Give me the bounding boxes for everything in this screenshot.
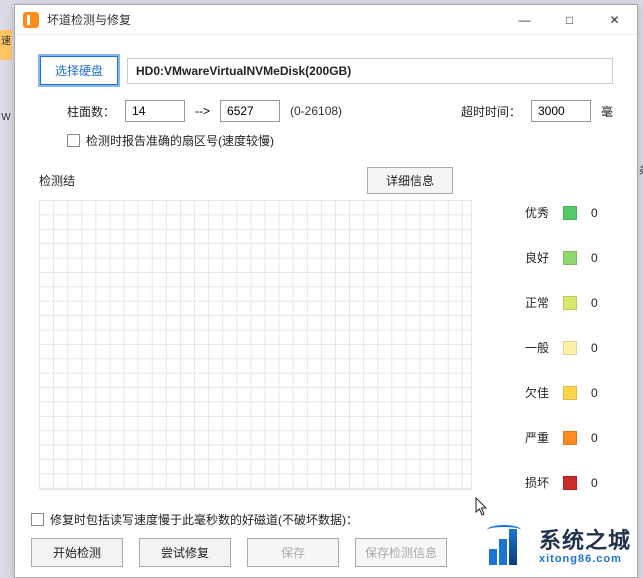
select-disk-button[interactable]: 选择硬盘 <box>39 55 119 86</box>
legend-count: 0 <box>591 206 607 220</box>
content-area: 选择硬盘 HD0:VMwareVirtualNVMeDisk(200GB) 柱面… <box>15 35 637 529</box>
cylinder-row: 柱面数： --> (0-26108) 超时时间： 毫 <box>39 100 613 122</box>
try-repair-button[interactable]: 尝试修复 <box>139 538 231 567</box>
legend-label: 一般 <box>501 339 549 356</box>
legend-row-normal: 正常 0 <box>492 294 613 311</box>
legend-label: 损坏 <box>501 474 549 491</box>
timeout-unit: 毫 <box>601 103 613 120</box>
legend-count: 0 <box>591 386 607 400</box>
scan-grid <box>39 200 472 490</box>
option-accurate-row: 检测时报告准确的扇区号(速度较慢) <box>39 132 613 149</box>
legend-swatch <box>563 476 577 490</box>
bg-left-badge: 速 <box>0 30 12 60</box>
timeout-input[interactable] <box>531 100 591 122</box>
timeout-label: 超时时间： <box>461 103 521 120</box>
save-scan-info-button: 保存检测信息 <box>355 538 447 567</box>
maximize-button[interactable]: □ <box>547 5 592 34</box>
titlebar: 坏道检测与修复 — □ ✕ <box>15 5 637 35</box>
legend-swatch <box>563 386 577 400</box>
legend-count: 0 <box>591 476 607 490</box>
legend-row-excellent: 优秀 0 <box>492 204 613 221</box>
accurate-sector-label: 检测时报告准确的扇区号(速度较慢) <box>86 132 274 149</box>
detail-info-button[interactable]: 详细信息 <box>367 167 453 194</box>
legend-row-fair: 一般 0 <box>492 339 613 356</box>
cylinder-arrow: --> <box>195 104 210 118</box>
cylinder-range-hint: (0-26108) <box>290 104 342 118</box>
legend-row-severe: 严重 0 <box>492 429 613 446</box>
legend-label: 欠佳 <box>501 384 549 401</box>
app-icon <box>23 12 39 28</box>
legend-swatch <box>563 251 577 265</box>
save-button: 保存 <box>247 538 339 567</box>
legend-label: 良好 <box>501 249 549 266</box>
repair-slow-checkbox[interactable] <box>31 513 44 526</box>
bg-left-badge-2: W <box>0 112 12 124</box>
bg-right-glyph: 弟 <box>639 162 643 192</box>
cylinder-start-input[interactable] <box>125 100 185 122</box>
legend-row-damaged: 损坏 0 <box>492 474 613 491</box>
legend-swatch <box>563 296 577 310</box>
legend-count: 0 <box>591 341 607 355</box>
legend-swatch <box>563 206 577 220</box>
action-button-row: 开始检测 尝试修复 保存 保存检测信息 <box>31 538 621 567</box>
legend-count: 0 <box>591 296 607 310</box>
legend-label: 正常 <box>501 294 549 311</box>
legend-row-good: 良好 0 <box>492 249 613 266</box>
legend-label: 优秀 <box>501 204 549 221</box>
disk-select-row: 选择硬盘 HD0:VMwareVirtualNVMeDisk(200GB) <box>39 55 613 86</box>
legend-label: 严重 <box>501 429 549 446</box>
window-title: 坏道检测与修复 <box>47 11 502 28</box>
repair-slow-label: 修复时包括读写速度慢于此毫秒数的好磁道(不破坏数据)： <box>50 511 358 528</box>
cylinder-label: 柱面数： <box>67 103 115 120</box>
result-header-row: 检测结 详细信息 <box>39 167 613 194</box>
legend-swatch <box>563 341 577 355</box>
selected-disk-display[interactable]: HD0:VMwareVirtualNVMeDisk(200GB) <box>127 58 613 84</box>
legend-count: 0 <box>591 431 607 445</box>
start-scan-button[interactable]: 开始检测 <box>31 538 123 567</box>
cylinder-end-input[interactable] <box>220 100 280 122</box>
legend-swatch <box>563 431 577 445</box>
result-label: 检测结 <box>39 172 75 189</box>
close-button[interactable]: ✕ <box>592 5 637 34</box>
legend: 优秀 0 良好 0 正常 0 一般 0 <box>492 200 613 519</box>
window-controls: — □ ✕ <box>502 5 637 34</box>
bottom-area: 修复时包括读写速度慢于此毫秒数的好磁道(不破坏数据)： 开始检测 尝试修复 保存… <box>31 511 621 567</box>
dialog-window: 坏道检测与修复 — □ ✕ 选择硬盘 HD0:VMwareVirtualNVMe… <box>14 4 638 578</box>
legend-row-poor: 欠佳 0 <box>492 384 613 401</box>
option-repair-row: 修复时包括读写速度慢于此毫秒数的好磁道(不破坏数据)： <box>31 511 621 528</box>
minimize-button[interactable]: — <box>502 5 547 34</box>
accurate-sector-checkbox[interactable] <box>67 134 80 147</box>
grid-legend-wrap: 优秀 0 良好 0 正常 0 一般 0 <box>39 200 613 519</box>
legend-count: 0 <box>591 251 607 265</box>
